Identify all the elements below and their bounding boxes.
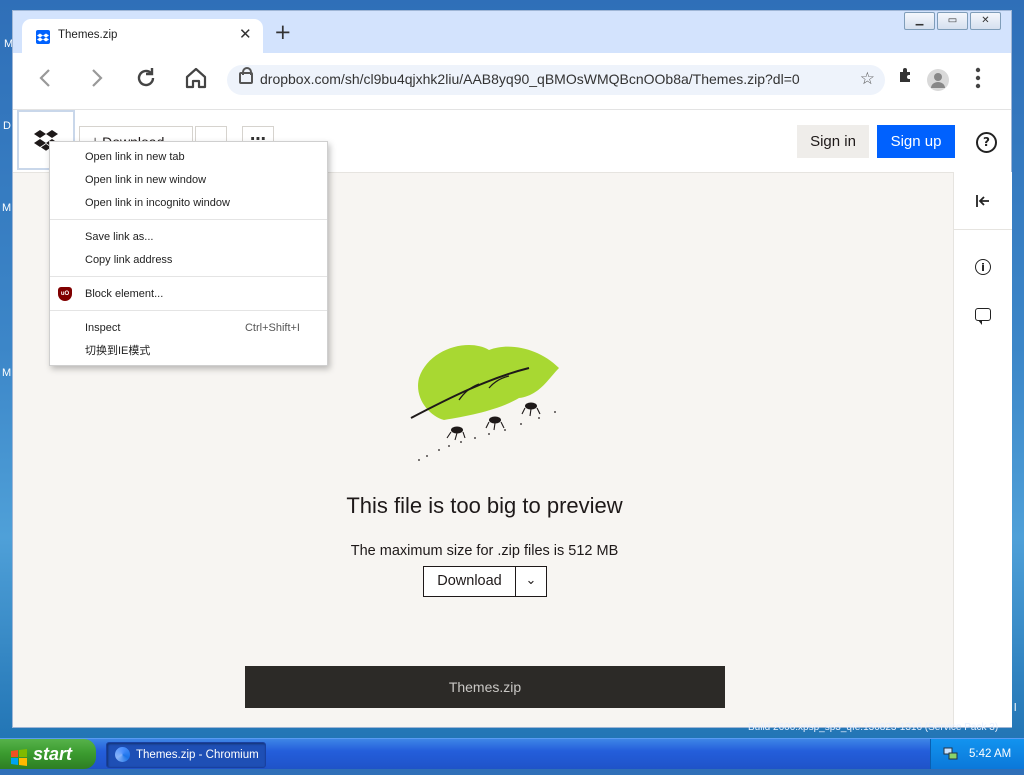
system-tray: 5:42 AM (930, 739, 1024, 769)
reload-icon[interactable] (131, 63, 161, 93)
menu-item-label: Inspect (85, 322, 121, 334)
sign-up-button[interactable]: Sign up (877, 125, 955, 158)
clock: 5:42 AM (969, 748, 1012, 760)
menu-item-label: Block element... (85, 288, 164, 300)
menu-item-copy-link[interactable]: Copy link address (50, 249, 327, 271)
menu-separator (50, 310, 327, 311)
comment-icon[interactable] (975, 308, 991, 325)
menu-item-open-new-window[interactable]: Open link in new window (50, 169, 327, 191)
chromium-icon (115, 747, 130, 762)
menu-separator (50, 219, 327, 220)
preview-title: This file is too big to preview (346, 493, 623, 518)
download-button[interactable]: Download (423, 566, 516, 597)
menu-item-open-new-tab[interactable]: Open link in new tab (50, 146, 327, 168)
maximize-button[interactable]: ▭ (937, 12, 968, 30)
help-icon[interactable]: ? (976, 132, 997, 153)
menu-separator (50, 276, 327, 277)
desktop-icon-fragment: l (1014, 702, 1017, 714)
tab-title: Themes.zip (58, 29, 118, 41)
start-button[interactable]: start (0, 739, 96, 769)
browser-window: Themes.zip ✕ + ▁ ▭ ✕ dropbox.com/sh/cl9b… (12, 10, 1012, 728)
bookmark-star-icon[interactable]: ☆ (860, 69, 875, 89)
desktop-icon-fragment: D (3, 120, 11, 132)
windows-flag-icon (10, 745, 28, 766)
window-controls: ▁ ▭ ✕ (904, 12, 1001, 30)
sign-in-button[interactable]: Sign in (797, 125, 869, 158)
menu-item-label: 切换到IE模式 (85, 345, 151, 357)
menu-item-block-element[interactable]: uO Block element... (50, 283, 327, 305)
preview-subtitle: The maximum size for .zip files is 512 M… (350, 543, 619, 559)
info-icon[interactable]: i (975, 259, 991, 275)
desktop-icon-fragment: M (2, 367, 12, 379)
menu-item-label: Open link in new window (85, 174, 207, 186)
file-name-bar: Themes.zip (245, 666, 725, 708)
forward-arrow-icon[interactable] (81, 63, 111, 93)
taskbar-item-chromium[interactable]: Themes.zip - Chromium (106, 742, 266, 768)
start-label: start (33, 744, 73, 764)
address-bar[interactable]: dropbox.com/sh/cl9bu4qjxhk2liu/AAB8yq90_… (227, 65, 885, 95)
close-tab-icon[interactable]: ✕ (239, 25, 252, 43)
ublock-origin-icon: uO (58, 287, 72, 301)
menu-item-inspect[interactable]: Inspect Ctrl+Shift+I (50, 317, 327, 339)
windows-build-watermark: Build 2600.xpsp_sp3_qfe.130823-1316 (Ser… (748, 722, 999, 733)
tab-strip: Themes.zip ✕ + ▁ ▭ ✕ (13, 11, 1011, 53)
taskbar: start Themes.zip - Chromium 5:42 AM (0, 738, 1024, 769)
network-tray-icon[interactable] (943, 746, 958, 761)
extensions-puzzle-icon[interactable] (897, 66, 915, 89)
dropbox-favicon-icon (36, 30, 50, 44)
home-icon[interactable] (181, 63, 211, 93)
profile-avatar-icon[interactable] (927, 69, 949, 91)
menu-item-label: Open link in new tab (85, 151, 185, 163)
new-tab-icon[interactable]: + (274, 22, 292, 43)
menu-item-switch-ie-mode[interactable]: 切换到IE模式 (50, 340, 327, 362)
minimize-button[interactable]: ▁ (904, 12, 935, 30)
panel-divider (954, 229, 1012, 230)
tab-active[interactable]: Themes.zip ✕ (22, 19, 263, 53)
leaf-ant-illustration (409, 338, 569, 472)
browser-menu-icon[interactable] (975, 67, 981, 94)
menu-item-shortcut: Ctrl+Shift+I (244, 322, 300, 334)
menu-item-save-link[interactable]: Save link as... (50, 226, 327, 248)
url-text: dropbox.com/sh/cl9bu4qjxhk2liu/AAB8yq90_… (260, 71, 800, 87)
menu-item-label: Open link in incognito window (85, 197, 230, 209)
download-dropdown-chevron-icon[interactable]: ⌄ (515, 566, 547, 597)
menu-item-open-incognito[interactable]: Open link in incognito window (50, 192, 327, 214)
close-window-button[interactable]: ✕ (970, 12, 1001, 30)
context-menu: Open link in new tab Open link in new wi… (49, 141, 328, 366)
browser-toolbar: dropbox.com/sh/cl9bu4qjxhk2liu/AAB8yq90_… (13, 53, 1011, 110)
back-arrow-icon[interactable] (31, 63, 61, 93)
right-side-panel: i (953, 172, 1012, 727)
taskbar-item-label: Themes.zip - Chromium (136, 749, 259, 761)
collapse-panel-icon[interactable] (974, 192, 992, 210)
desktop-icon-fragment: M (2, 202, 12, 214)
menu-item-label: Copy link address (85, 254, 173, 266)
menu-item-label: Save link as... (85, 231, 154, 243)
lock-icon[interactable] (239, 67, 253, 84)
